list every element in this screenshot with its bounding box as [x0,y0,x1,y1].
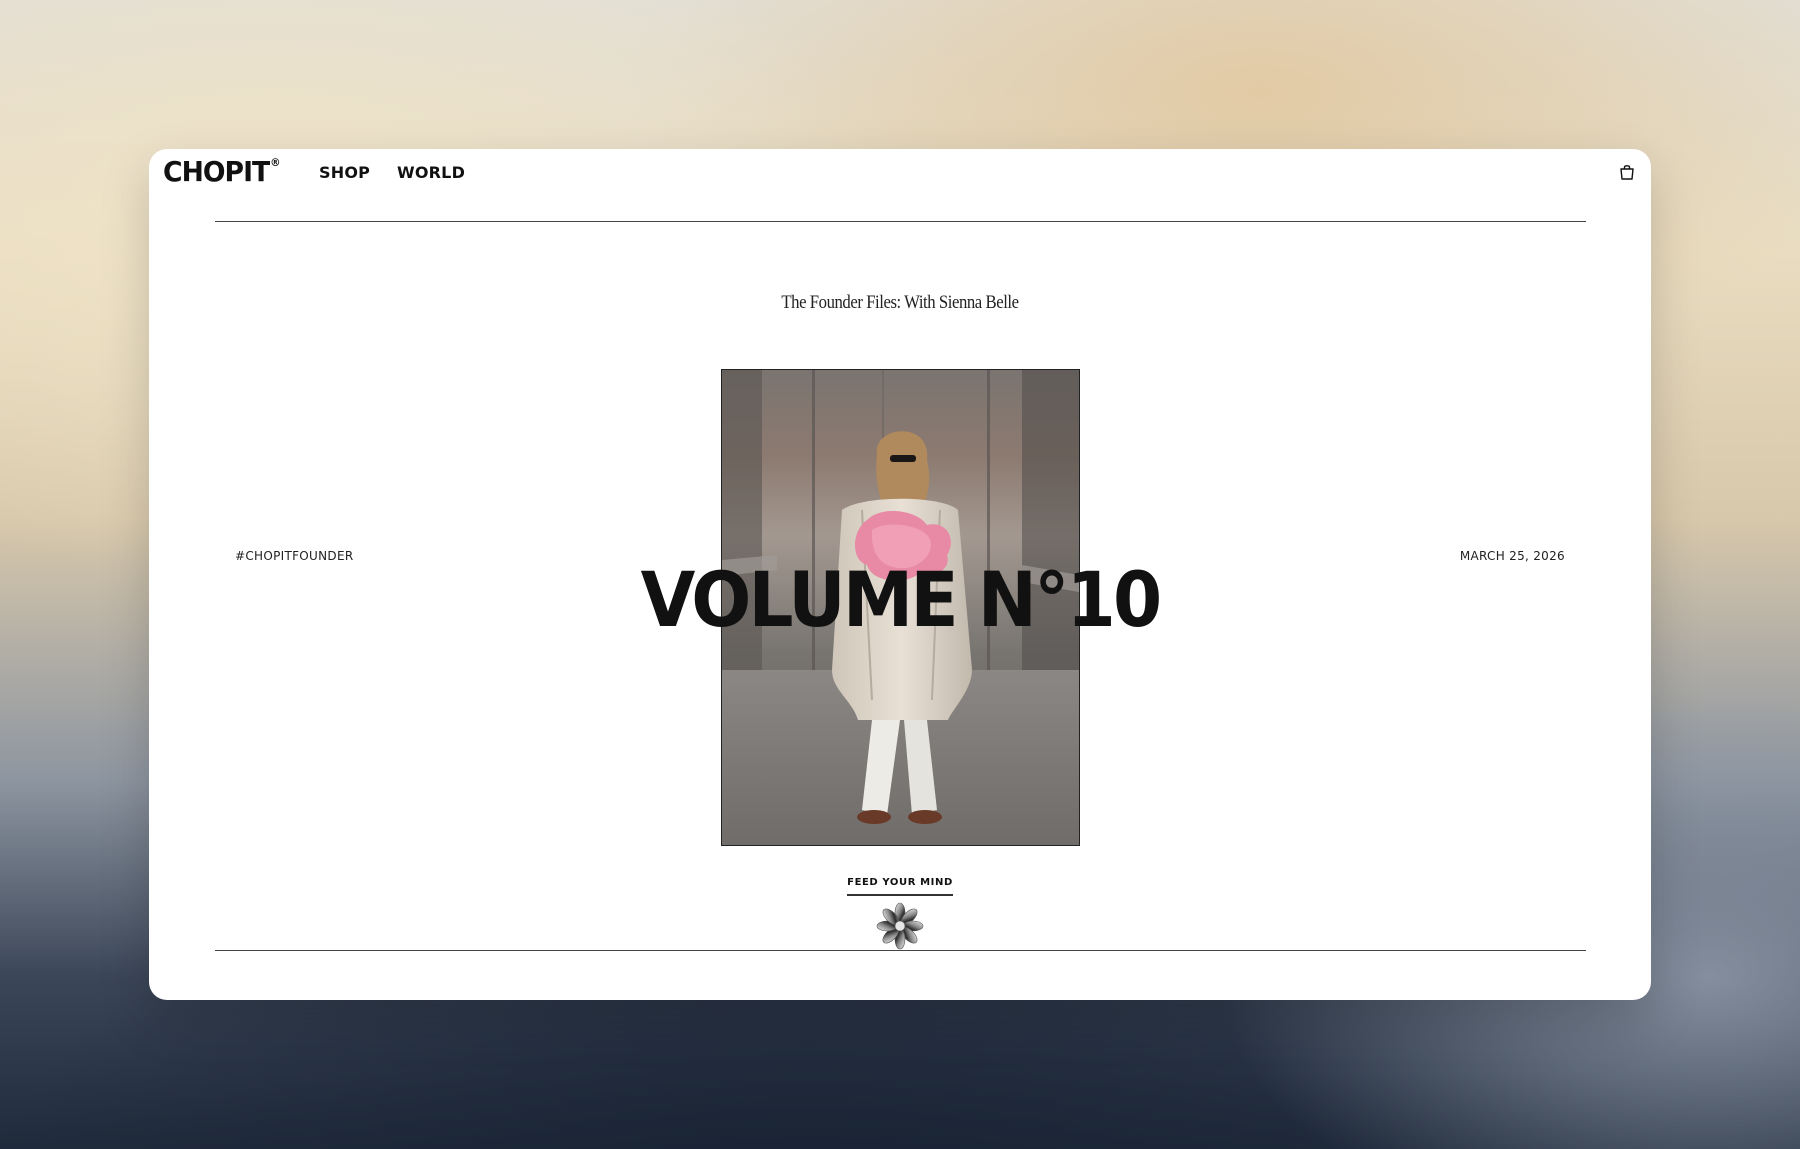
nav-shop-link[interactable]: SHOP [319,165,370,181]
top-divider [215,221,1586,222]
feed-your-mind-label: FEED YOUR MIND [847,877,953,896]
brand-logo[interactable]: CHOPIT® [163,155,281,188]
brand-logo-text: CHOPIT [163,155,270,188]
article-hashtag[interactable]: #CHOPITFOUNDER [235,549,353,563]
volume-headline: VOLUME N°10 [640,555,1163,644]
registered-mark: ® [270,156,280,169]
nav-world-link[interactable]: WORLD [397,165,465,181]
shopping-bag-icon[interactable] [1618,163,1636,181]
chrome-flower-icon [875,901,925,951]
article-date: MARCH 25, 2026 [1459,549,1565,563]
browser-window: CHOPIT® SHOP WORLD The Founder Files: Wi… [149,149,1651,1000]
article-title: The Founder Files: With Sienna Belle [781,292,1019,313]
feed-your-mind-link[interactable]: FEED YOUR MIND [149,872,1651,896]
bottom-divider [215,950,1586,951]
